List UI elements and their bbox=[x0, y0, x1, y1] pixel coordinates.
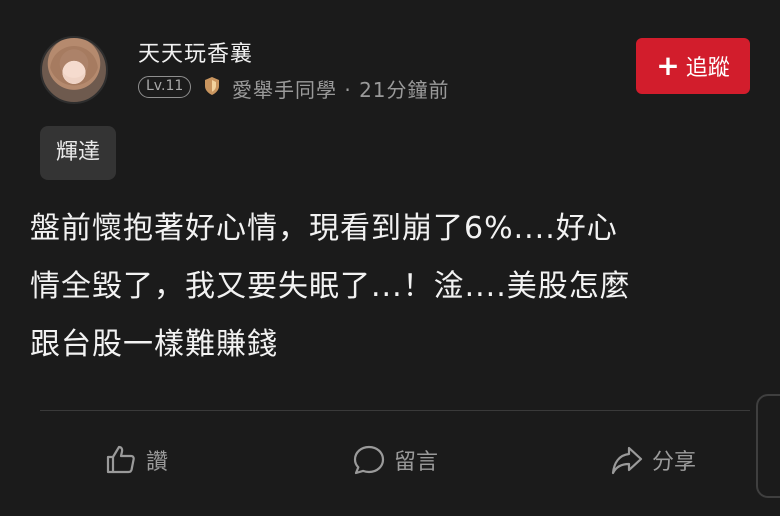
like-button[interactable]: 讚 bbox=[104, 438, 168, 482]
level-badge: Lv.11 bbox=[138, 76, 192, 98]
post-content: 盤前懷抱著好心情，現看到崩了6%....好心 情全毀了，我又要失眠了...！淦.… bbox=[30, 211, 631, 362]
topic-tag[interactable]: 輝達 bbox=[40, 126, 117, 180]
plus-icon: + bbox=[656, 49, 680, 82]
author-avatar[interactable] bbox=[40, 36, 108, 104]
shield-icon bbox=[205, 77, 219, 95]
board-name[interactable]: 愛舉手同學 bbox=[232, 78, 337, 102]
meta-separator: · bbox=[344, 78, 352, 102]
share-arrow-icon bbox=[611, 446, 643, 475]
follow-button[interactable]: + 追蹤 bbox=[636, 38, 750, 94]
thumbs-up-icon bbox=[106, 445, 135, 474]
comment-label: 留言 bbox=[394, 450, 439, 475]
post-time: 21分鐘前 bbox=[359, 78, 450, 102]
post-meta: 愛舉手同學 · 21分鐘前 bbox=[232, 74, 450, 103]
post-header: 天天玩香襄 Lv.11 愛舉手同學 · 21分鐘前 + 追蹤 bbox=[0, 0, 780, 120]
divider bbox=[40, 410, 750, 411]
comment-button[interactable]: 留言 bbox=[352, 438, 438, 482]
speech-bubble-icon bbox=[353, 445, 385, 475]
side-scroll-handle[interactable] bbox=[756, 394, 780, 498]
follow-button-label: 追蹤 bbox=[685, 56, 730, 81]
author-name[interactable]: 天天玩香襄 bbox=[138, 36, 253, 68]
avatar-photo bbox=[50, 46, 98, 94]
like-label: 讚 bbox=[146, 450, 169, 475]
share-label: 分享 bbox=[652, 450, 697, 475]
share-button[interactable]: 分享 bbox=[610, 438, 696, 482]
